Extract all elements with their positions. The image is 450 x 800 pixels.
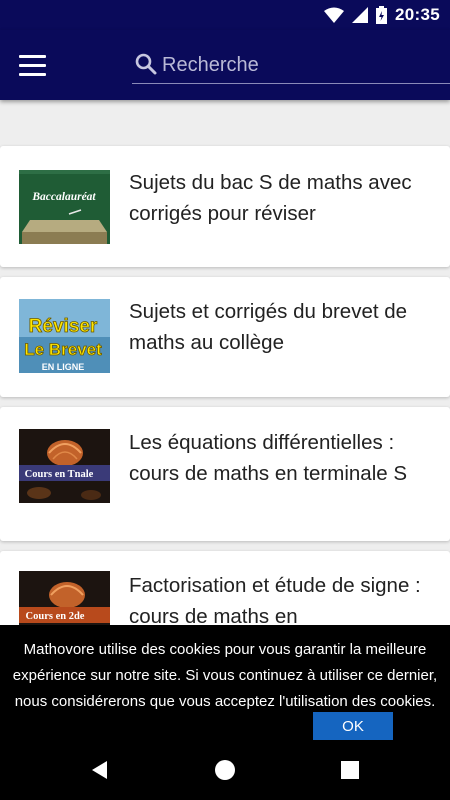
thumbnail-label: Réviser	[29, 316, 98, 337]
navigation-bar	[0, 740, 450, 800]
hamburger-menu-icon[interactable]	[14, 50, 50, 80]
article-card[interactable]: Baccalauréat Sujets du bac S de maths av…	[0, 146, 450, 267]
article-list: Baccalauréat Sujets du bac S de maths av…	[0, 146, 450, 701]
status-bar: 20:35	[0, 0, 450, 30]
back-icon[interactable]	[88, 758, 112, 782]
search-icon[interactable]	[134, 52, 158, 76]
cookie-message: Mathovore utilise des cookies pour vous …	[12, 641, 438, 710]
article-title: Sujets et corrigés du brevet de maths au…	[129, 300, 408, 354]
status-icons: 20:35	[324, 5, 440, 25]
article-thumbnail: Cours en Tnale	[19, 429, 110, 503]
app-bar	[0, 30, 450, 100]
search-bar	[132, 48, 450, 84]
article-card[interactable]: Cours en Tnale Les équations différentie…	[0, 407, 450, 541]
battery-icon	[376, 6, 388, 24]
article-title: Factorisation et étude de signe : cours …	[129, 574, 421, 628]
status-time: 20:35	[395, 5, 440, 24]
article-card[interactable]: Réviser Le Brevet EN LIGNE Sujets et cor…	[0, 277, 450, 397]
article-title: Les équations différentielles : cours de…	[129, 431, 408, 485]
article-thumbnail: Baccalauréat	[19, 170, 110, 244]
wifi-icon	[324, 7, 345, 23]
cookie-banner: Mathovore utilise des cookies pour vous …	[0, 625, 450, 740]
search-input[interactable]	[162, 50, 442, 80]
thumbnail-label: EN LIGNE	[42, 362, 85, 372]
article-thumbnail: Cours en 2de	[19, 571, 110, 627]
thumbnail-label: Cours en 2de	[26, 611, 85, 622]
article-thumbnail: Réviser Le Brevet EN LIGNE	[19, 299, 110, 373]
thumbnail-label: Baccalauréat	[31, 191, 96, 203]
thumbnail-label: Cours en Tnale	[25, 469, 94, 480]
article-title: Sujets du bac S de maths avec corrigés p…	[129, 171, 412, 225]
home-icon[interactable]	[213, 758, 237, 782]
signal-icon	[352, 7, 369, 23]
cookie-ok-button[interactable]: OK	[313, 712, 393, 740]
thumbnail-label: Le Brevet	[24, 340, 102, 359]
recents-icon[interactable]	[338, 758, 362, 782]
